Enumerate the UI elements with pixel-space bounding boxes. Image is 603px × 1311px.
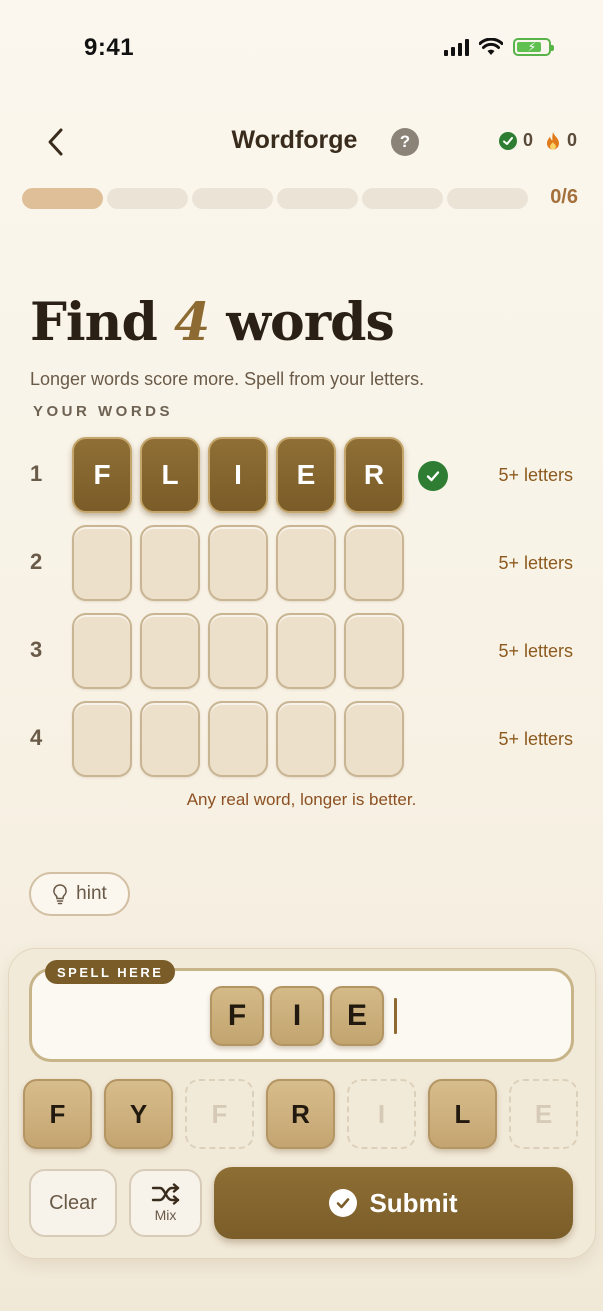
row-number: 2 — [30, 549, 43, 574]
empty-tile — [140, 701, 200, 777]
shuffle-icon — [151, 1183, 179, 1205]
action-row: Clear Mix Submit — [29, 1167, 573, 1239]
letter-tile: L — [140, 437, 200, 513]
empty-tile — [72, 701, 132, 777]
submit-label: Submit — [369, 1187, 458, 1218]
stats: 0 0 — [498, 130, 577, 151]
subtitle: Longer words score more. Spell from your… — [30, 369, 425, 389]
progress-segment — [22, 188, 103, 209]
empty-tile — [72, 525, 132, 601]
row-tiles — [72, 525, 404, 601]
word-row: 2 5+ letters — [0, 525, 603, 601]
progress-segment — [362, 188, 443, 209]
check-circle-icon — [329, 1189, 358, 1217]
header: Wordforge ? 0 0 — [0, 118, 603, 166]
row-length-hint: 5+ letters — [498, 553, 573, 573]
hint-button[interactable]: hint — [29, 872, 130, 916]
progress-segment — [107, 188, 188, 209]
empty-tile — [208, 613, 268, 689]
heading-prefix: Find — [30, 292, 158, 353]
spell-tiles: FIE — [210, 986, 397, 1046]
streak-count: 0 — [566, 130, 577, 150]
spelled-letter-tile[interactable]: I — [270, 986, 324, 1046]
word-row: 3 5+ letters — [0, 613, 603, 689]
wifi-icon — [479, 38, 503, 55]
flame-icon — [546, 131, 559, 149]
progress-segment — [192, 188, 273, 209]
letter-tile: F — [72, 437, 132, 513]
row-length-hint: 5+ letters — [498, 641, 573, 661]
lightbulb-icon — [53, 884, 67, 905]
submit-button[interactable]: Submit — [214, 1167, 573, 1239]
heading-number: 4 — [173, 292, 210, 353]
rule-note: Any real word, longer is better. — [186, 790, 417, 809]
check-circle-icon — [418, 461, 448, 491]
row-length-hint: 5+ letters — [498, 729, 573, 749]
solved-count: 0 — [522, 130, 533, 150]
hint-label: hint — [76, 883, 107, 904]
letter-tile: I — [208, 437, 268, 513]
letter-key-used: I — [347, 1079, 416, 1149]
progress-count: 0/6 — [550, 186, 578, 208]
progress-bar — [22, 188, 528, 209]
heading-suffix: words — [226, 292, 394, 353]
progress-segment — [277, 188, 358, 209]
letter-tile: E — [276, 437, 336, 513]
check-circle-icon — [498, 131, 517, 150]
solved-stat: 0 — [498, 130, 533, 151]
streak-stat: 0 — [545, 130, 577, 151]
row-tiles: FLIER — [72, 437, 404, 513]
empty-tile — [344, 701, 404, 777]
word-row: 4 5+ letters — [0, 701, 603, 777]
row-tiles — [72, 613, 404, 689]
empty-tile — [344, 613, 404, 689]
empty-tile — [344, 525, 404, 601]
row-number: 3 — [30, 637, 43, 662]
empty-tile — [72, 613, 132, 689]
empty-tile — [140, 525, 200, 601]
status-icons: ⚡ — [444, 38, 554, 56]
help-button[interactable]: ? — [391, 128, 419, 156]
letter-keys: FYFRILE — [23, 1079, 578, 1149]
status-bar: 9:41 ⚡ — [0, 0, 603, 95]
row-number: 4 — [30, 725, 43, 750]
section-label: YOUR WORDS — [33, 403, 173, 420]
row-tiles — [72, 701, 404, 777]
empty-tile — [276, 613, 336, 689]
letter-key[interactable]: Y — [104, 1079, 173, 1149]
letter-tile: R — [344, 437, 404, 513]
letter-key-used: E — [509, 1079, 578, 1149]
empty-tile — [276, 525, 336, 601]
status-time: 9:41 — [84, 34, 135, 61]
row-length-hint: 5+ letters — [498, 465, 573, 485]
empty-tile — [276, 701, 336, 777]
empty-tile — [208, 525, 268, 601]
progress-segment — [447, 188, 528, 209]
empty-tile — [140, 613, 200, 689]
main-heading: Find 4 words — [30, 292, 395, 353]
spelled-letter-tile[interactable]: F — [210, 986, 264, 1046]
battery-icon: ⚡ — [513, 38, 554, 56]
word-row: 1 F L I E R 5+ letters — [0, 437, 603, 513]
text-cursor — [394, 998, 397, 1034]
spelled-letter-tile[interactable]: E — [330, 986, 384, 1046]
mix-label: Mix — [154, 1207, 177, 1223]
letter-key[interactable]: L — [428, 1079, 497, 1149]
mix-button[interactable]: Mix — [129, 1169, 202, 1237]
spell-label: SPELL HERE — [45, 960, 176, 984]
cellular-signal-icon — [444, 38, 469, 56]
letter-key-used: F — [185, 1079, 254, 1149]
letter-key[interactable]: R — [266, 1079, 335, 1149]
row-number: 1 — [30, 461, 43, 486]
clear-button[interactable]: Clear — [29, 1169, 117, 1237]
empty-tile — [208, 701, 268, 777]
letter-key[interactable]: F — [23, 1079, 92, 1149]
